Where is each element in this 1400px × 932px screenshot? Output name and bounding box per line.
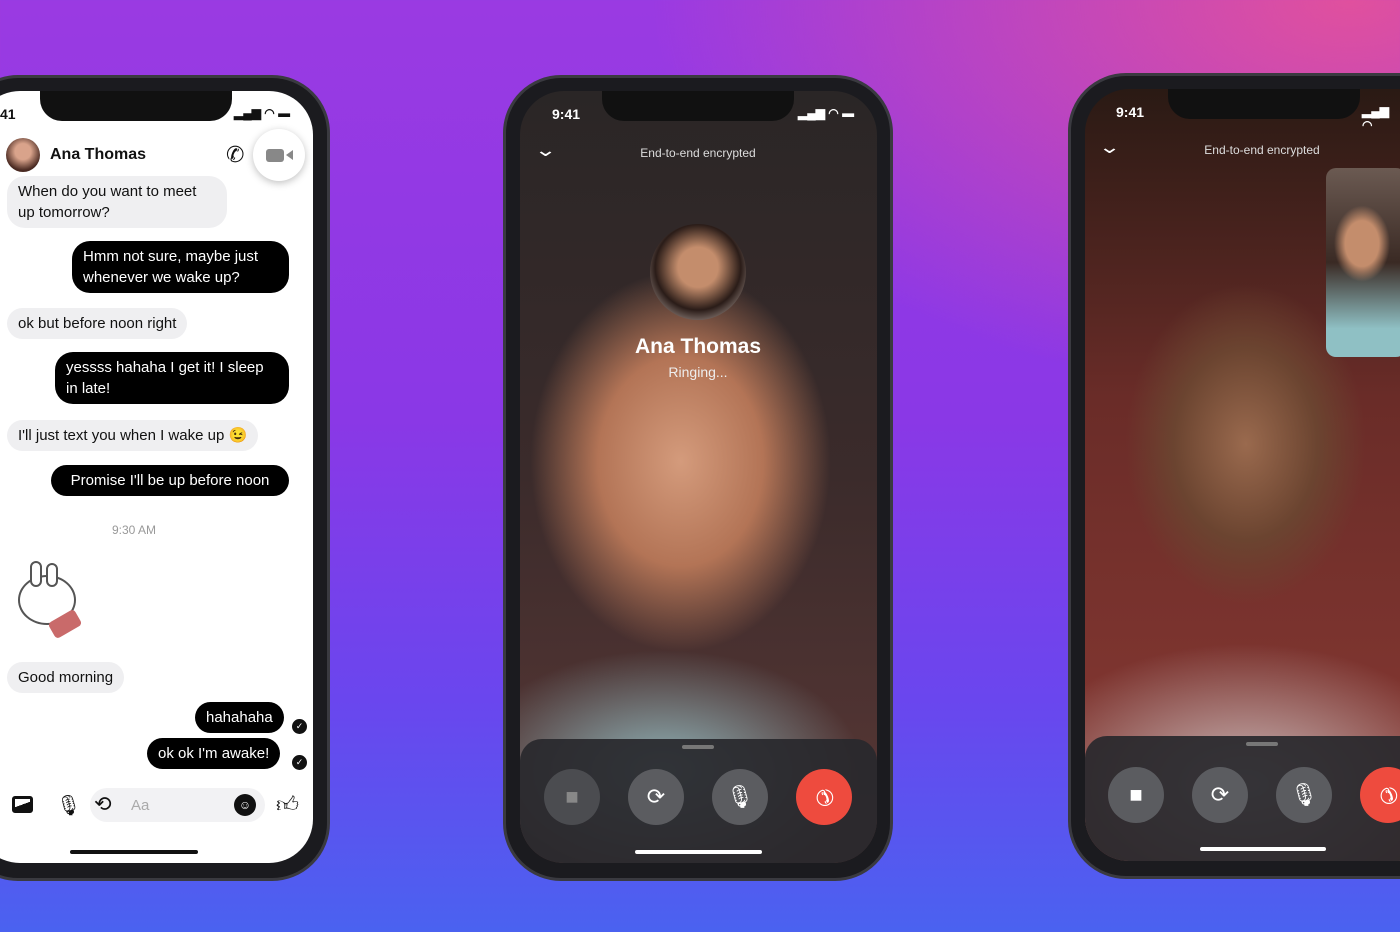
flip-camera-button[interactable]: ⟳ [1192, 767, 1248, 823]
read-receipt-icon: ✓ [292, 755, 307, 770]
message-sent: ok ok I'm awake! [147, 738, 281, 769]
end-call-icon: ✆ [1372, 779, 1400, 811]
video-camera-icon [265, 148, 284, 162]
flip-camera-icon: ⟳ [1210, 782, 1230, 807]
bunny-sticker [10, 561, 90, 645]
sticker-ear [30, 561, 42, 587]
microphone-icon: 🎙︎ [726, 784, 754, 809]
flip-camera-icon: ⟳ [646, 784, 666, 809]
message-sent: Hmm not sure, maybe just whenever we wak… [72, 241, 289, 293]
message-timestamp: 9:30 AM [111, 523, 157, 537]
message-received: I'll just text you when I wake up 😉 [7, 420, 259, 451]
message-received: ok but before noon right [7, 308, 188, 339]
microphone-button[interactable]: 🎙︎ [712, 769, 768, 825]
minimize-chevron-icon[interactable]: ⌄ [1098, 137, 1121, 158]
home-indicator [635, 850, 762, 854]
video-camera-icon: ■ [565, 784, 579, 809]
flip-camera-button[interactable]: ⟳ [628, 769, 684, 825]
message-sent: Promise I'll be up before noon [51, 465, 289, 496]
video-off-button[interactable]: ■ [544, 769, 600, 825]
video-camera-icon: ■ [1129, 782, 1143, 807]
notch [1168, 89, 1360, 119]
status-icons: ▂▄▆ ◠ ▬ [234, 106, 291, 120]
video-button[interactable]: ■ [1108, 767, 1164, 823]
read-receipt-icon: ✓ [292, 719, 307, 734]
notch [40, 91, 232, 121]
panel-handle[interactable] [1246, 742, 1278, 746]
status-time: 41 [0, 106, 16, 122]
status-time: 9:41 [1116, 104, 1145, 120]
status-icons: ▂▄▆ ◠ ▬ [798, 106, 855, 120]
composer-placeholder[interactable]: Aa [131, 797, 149, 814]
notch [602, 91, 794, 121]
message-received: Good morning [7, 662, 125, 693]
image-icon[interactable] [12, 796, 33, 813]
encryption-label: End-to-end encrypted [640, 146, 756, 160]
encryption-label: End-to-end encrypted [1204, 143, 1320, 157]
thumbs-up-icon[interactable]: 👍︎ [276, 791, 299, 818]
minimize-chevron-icon[interactable]: ⌄ [534, 140, 557, 161]
phone-icon[interactable]: ✆ [226, 142, 244, 168]
message-sent: yessss hahaha I get it! I sleep in late! [55, 352, 289, 404]
microphone-icon[interactable]: 🎙︎ [56, 793, 81, 818]
message-sent: hahahaha [195, 702, 284, 733]
contact-name[interactable]: Ana Thomas [50, 146, 146, 164]
status-icons: ▂▄▆ ◠ [1362, 104, 1389, 132]
caller-avatar [650, 224, 746, 320]
home-indicator [70, 850, 198, 854]
video-call-button[interactable] [253, 129, 305, 181]
call-status: Ringing... [668, 364, 728, 380]
self-view-pip[interactable] [1326, 168, 1400, 357]
end-call-button[interactable]: ✆ [796, 769, 852, 825]
history-icon[interactable]: ⟲ [94, 792, 112, 817]
home-indicator [1200, 847, 1326, 851]
message-received: When do you want to meet up tomorrow? [7, 176, 227, 228]
contact-avatar[interactable] [6, 138, 40, 172]
sticker-ear [46, 563, 58, 587]
panel-handle[interactable] [682, 745, 714, 749]
end-call-icon: ✆ [808, 781, 840, 813]
emoji-icon[interactable]: ☺ [234, 794, 256, 816]
microphone-icon: 🎙︎ [1290, 782, 1318, 807]
video-camera-lens [285, 150, 293, 160]
microphone-button[interactable]: 🎙︎ [1276, 767, 1332, 823]
status-time: 9:41 [552, 106, 581, 122]
caller-name: Ana Thomas [634, 335, 762, 358]
